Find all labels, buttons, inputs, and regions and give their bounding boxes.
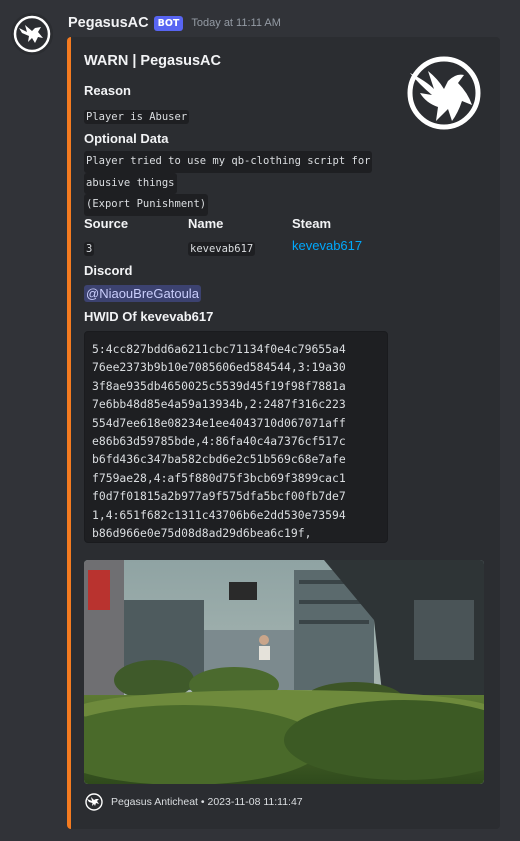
hwid-code-block: 5:4cc827bdd6a6211cbc71134f0e4c79655a4 76e… <box>84 331 388 543</box>
name-field-value: kevevab617 <box>188 237 256 256</box>
source-field-value: 3 <box>84 237 95 256</box>
steam-field-value: kevevab617 <box>292 235 362 254</box>
embed-footer: Pegasus Anticheat • 2023-11-08 11:11:47 <box>84 792 303 812</box>
hwid-line: b86d966e0e75d08d8ad29d6bea6c19f, <box>92 526 312 541</box>
hwid-line: 5:4cc827bdd6a6211cbc71134f0e4c79655a4 <box>92 342 346 356</box>
bot-avatar[interactable] <box>11 13 53 55</box>
hwid-line: 3f8ae935db4650025c5539d45f19f98f7881a <box>92 378 346 393</box>
message-header: PegasusAC BOT Today at 11:11 AM <box>68 13 281 33</box>
steam-field-name: Steam <box>292 216 332 231</box>
hwid-line: 7e6bb48d85e4a59a13934b,2:2487f316c223 <box>92 397 346 412</box>
discord-field-name: Discord <box>84 263 133 278</box>
player-name-value: kevevab617 <box>188 242 256 256</box>
embed-title: WARN | PegasusAC <box>84 53 221 69</box>
optional-data-line: abusive things <box>84 172 177 194</box>
hwid-line: f0d7f01815a2b977a9f575dfa5bcf00fb7de7 <box>92 489 346 504</box>
hwid-line: f759ae28,4:af5f880d75f3bcb69f3899cac1 <box>92 470 346 485</box>
optional-data-field-name: Optional Data <box>84 131 169 146</box>
discord-field-value: @NiaouBreGatoula <box>84 283 201 302</box>
hwid-line: e86b63d59785bde,4:86fa40c4a7376cf517c <box>92 434 346 449</box>
bot-badge: BOT <box>153 15 184 31</box>
discord-user-mention[interactable]: @NiaouBreGatoula <box>84 285 201 302</box>
embed-screenshot-image[interactable] <box>84 560 484 784</box>
source-field-name: Source <box>84 216 129 231</box>
footer-pegasus-icon <box>84 792 104 812</box>
hwid-line: b6fd436c347ba582cbd6e2c51b569c68e7afe <box>92 452 346 467</box>
username[interactable]: PegasusAC <box>68 15 149 31</box>
footer-text: Pegasus Anticheat • 2023-11-08 11:11:47 <box>111 796 303 808</box>
optional-data-line: (Export Punishment) <box>84 194 209 216</box>
reason-field-value: Player is Abuser <box>84 105 190 124</box>
hwid-line: 1,4:651f682c1311c43706b6e2dd530e73594 <box>92 507 346 522</box>
reason-value: Player is Abuser <box>84 110 190 124</box>
reason-field-name: Reason <box>84 83 131 98</box>
hwid-line: 76ee2373b9b10e7085606ed584544,3:19a30 <box>92 360 346 375</box>
game-screenshot <box>84 560 484 784</box>
hwid-line: 554d7ee618e08234e1ee4043710d067071aff <box>92 415 346 430</box>
hwid-field-name: HWID Of kevevab617 <box>84 309 214 324</box>
name-field-name: Name <box>188 216 224 231</box>
pegasus-thumbnail-icon[interactable] <box>402 51 486 135</box>
pegasus-logo-icon <box>11 13 53 55</box>
message-timestamp[interactable]: Today at 11:11 AM <box>191 17 280 29</box>
steam-profile-link[interactable]: kevevab617 <box>292 238 362 253</box>
optional-data-field-value: Player tried to use my qb-clothing scrip… <box>84 151 373 216</box>
optional-data-line: Player tried to use my qb-clothing scrip… <box>84 151 373 173</box>
embed-card: WARN | PegasusAC Reason Player is Abuser… <box>67 37 500 829</box>
source-value: 3 <box>84 242 95 256</box>
